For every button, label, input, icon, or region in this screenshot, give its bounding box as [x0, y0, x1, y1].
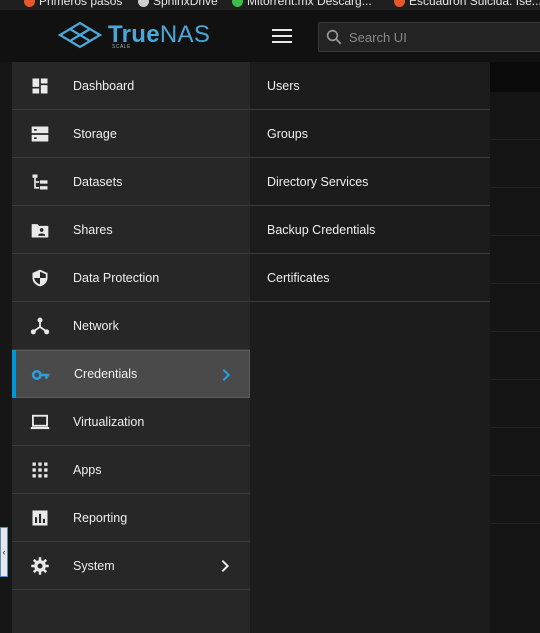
sidebar-item-virtualization[interactable]: Virtualization: [12, 398, 250, 446]
search-input[interactable]: [349, 29, 529, 45]
submenu-item-backup-credentials[interactable]: Backup Credentials: [250, 206, 490, 254]
content-row: [490, 188, 540, 236]
menu-toggle-button[interactable]: [272, 29, 292, 43]
sidebar: Dashboard Storage Datasets Shares Data P…: [12, 62, 250, 633]
submenu-item-users[interactable]: Users: [250, 62, 490, 110]
credentials-submenu: Users Groups Directory Services Backup C…: [250, 62, 490, 633]
truenas-logo[interactable]: TrueNAS SCALE: [58, 20, 210, 50]
globe-icon: [138, 0, 149, 7]
sidebar-item-system[interactable]: System: [12, 542, 250, 590]
sidebar-item-credentials[interactable]: Credentials: [12, 350, 250, 398]
sidebar-item-network[interactable]: Network: [12, 302, 250, 350]
collapse-handle[interactable]: ‹: [0, 527, 8, 577]
bookmark-mitorrent[interactable]: Mitorrent.mx Descarg...: [232, 0, 372, 8]
main-content-area: [490, 62, 540, 633]
bookmark-escuadron[interactable]: Escuadrón Suicida: Ise...: [394, 0, 540, 8]
content-row: [490, 284, 540, 332]
laptop-icon: [30, 414, 50, 430]
sidebar-item-shares[interactable]: Shares: [12, 206, 250, 254]
logo-subtext: SCALE: [112, 44, 131, 50]
top-toolbar: TrueNAS SCALE: [0, 10, 540, 62]
hamburger-line: [272, 41, 292, 43]
gear-icon: [31, 557, 49, 575]
apps-grid-icon: [32, 462, 48, 478]
submenu-item-certificates[interactable]: Certificates: [250, 254, 490, 302]
bookmark-sphinxdrive[interactable]: SphinxDrive: [138, 0, 218, 8]
content-row: [490, 140, 540, 188]
data-protection-icon: [32, 269, 48, 287]
network-icon: [30, 317, 50, 335]
content-row: [490, 380, 540, 428]
bookmark-favicon: [394, 0, 405, 7]
content-row: [490, 332, 540, 380]
reporting-icon: [32, 510, 48, 526]
submenu-item-groups[interactable]: Groups: [250, 110, 490, 158]
shares-icon: [31, 224, 49, 238]
sidebar-item-datasets[interactable]: Datasets: [12, 158, 250, 206]
storage-icon: [31, 126, 49, 142]
content-header-strip: [490, 62, 540, 92]
content-row: [490, 236, 540, 284]
leaf-icon: [232, 0, 243, 7]
content-row: [490, 92, 540, 140]
chevron-right-icon: [221, 559, 230, 573]
sidebar-item-reporting[interactable]: Reporting: [12, 494, 250, 542]
chevron-right-icon: [222, 368, 231, 382]
sidebar-item-dashboard[interactable]: Dashboard: [12, 62, 250, 110]
sidebar-item-data-protection[interactable]: Data Protection: [12, 254, 250, 302]
hamburger-line: [272, 35, 292, 37]
bookmark-primeros-pasos[interactable]: Primeros pasos: [24, 0, 122, 8]
sidebar-item-storage[interactable]: Storage: [12, 110, 250, 158]
firefox-icon: [24, 0, 35, 7]
content-row: [490, 428, 540, 476]
hamburger-line: [272, 29, 292, 31]
search-box[interactable]: [318, 22, 540, 52]
submenu-item-directory-services[interactable]: Directory Services: [250, 158, 490, 206]
dashboard-icon: [32, 78, 48, 94]
truenas-logo-icon: [58, 21, 102, 49]
search-icon: [326, 29, 342, 45]
sidebar-item-apps[interactable]: Apps: [12, 446, 250, 494]
bookmarks-bar: Primeros pasos SphinxDrive Mitorrent.mx …: [0, 0, 540, 10]
content-row: [490, 476, 540, 524]
key-icon: [31, 370, 50, 380]
datasets-icon: [32, 174, 48, 190]
